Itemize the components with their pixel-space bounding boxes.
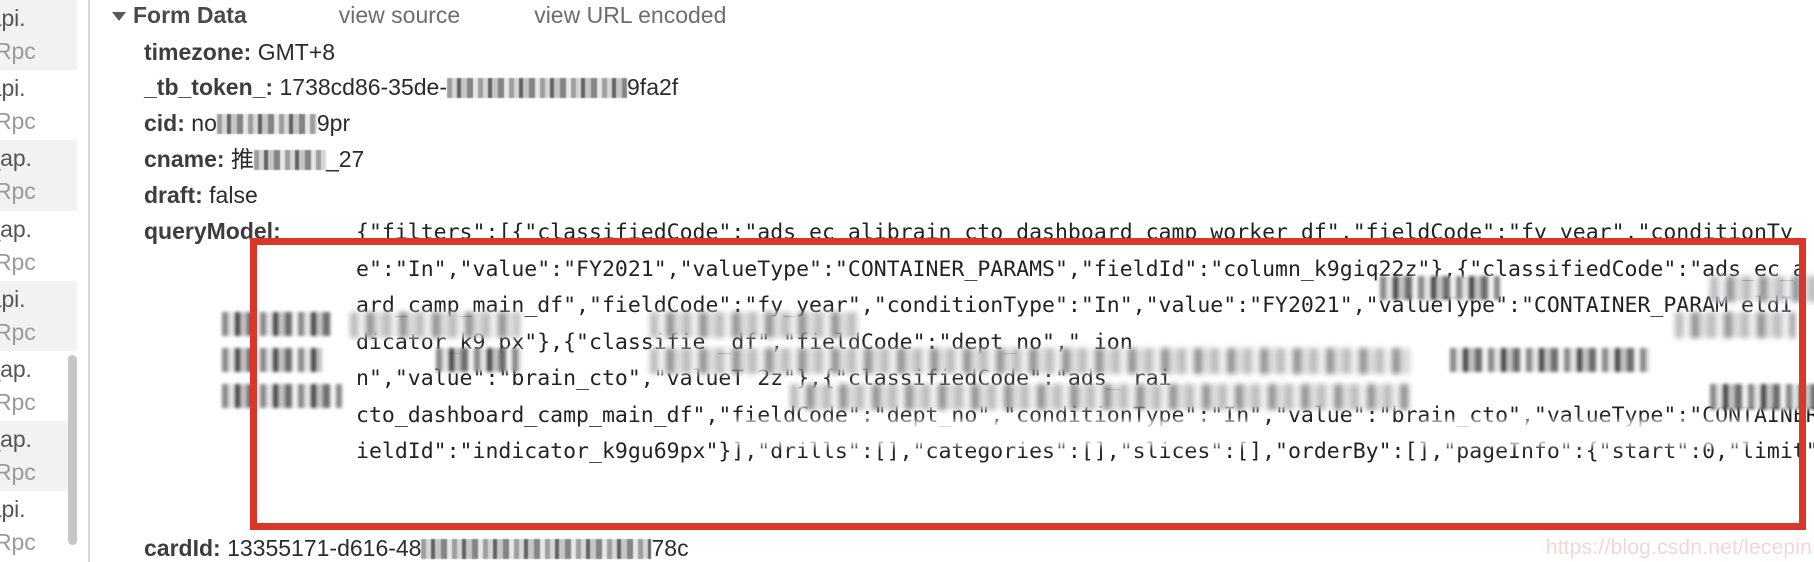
request-name: on?_api. xyxy=(0,285,26,312)
list-item[interactable]: son?_ap. ourceRpc xyxy=(0,350,77,422)
request-name: son?_ap. xyxy=(0,426,32,453)
form-data-header: Form Data view source view URL encoded xyxy=(112,0,726,30)
redaction-block xyxy=(253,150,326,170)
request-subtitle: ourceRpc xyxy=(0,178,36,205)
view-url-encoded-link[interactable]: view URL encoded xyxy=(534,2,726,29)
field-key: queryModel: xyxy=(144,218,281,244)
field-value: 推 xyxy=(230,146,254,172)
field-cardid[interactable]: cardId: 13355171-d616-48 78c xyxy=(144,533,689,562)
list-scrollbar-thumb[interactable] xyxy=(68,355,77,545)
request-name: son?_ap. xyxy=(0,356,32,383)
field-key: cid: xyxy=(144,110,185,136)
field-key: draft: xyxy=(144,182,203,208)
pane-gap xyxy=(77,0,88,562)
redaction-block xyxy=(222,420,282,444)
devtools-network-request-detail: on?_api. ourceRpc on?_api. ourceRpc son?… xyxy=(0,0,1814,562)
redaction-block xyxy=(421,539,652,559)
field-value: GMT+8 xyxy=(257,39,336,65)
request-subtitle: ourceRpc xyxy=(0,459,36,486)
list-item[interactable]: on?_api. ourceRpc xyxy=(0,70,77,141)
redaction-block xyxy=(222,312,332,336)
field-cid[interactable]: cid: no 9pr xyxy=(144,108,350,138)
request-list[interactable]: on?_api. ourceRpc on?_api. ourceRpc son?… xyxy=(0,0,77,562)
json-line: e":"In","value":"FY2021","valueType":"CO… xyxy=(356,256,1814,282)
list-item[interactable]: son?_ap. ourceRpc xyxy=(0,210,77,281)
field-tb-token[interactable]: _tb_token_: 1738cd86-35de- 9fa2f xyxy=(144,72,678,102)
field-key: _tb_token_: xyxy=(144,74,274,100)
request-subtitle: ourceRpc xyxy=(0,38,36,65)
field-key: cardId: xyxy=(144,535,221,561)
redaction-block xyxy=(216,114,317,134)
field-timezone[interactable]: timezone: GMT+8 xyxy=(144,37,335,67)
request-subtitle: ourceRpc xyxy=(0,389,36,416)
detail-pane: Form Data view source view URL encoded t… xyxy=(90,0,1814,562)
field-value-tail: 9pr xyxy=(316,110,351,136)
request-name: son?_ap. xyxy=(0,215,32,242)
view-source-link[interactable]: view source xyxy=(339,2,460,29)
request-name: on?_api. xyxy=(0,5,26,32)
json-line: n","value":"brain_cto","valueT 2z"},{"cl… xyxy=(356,366,1172,391)
request-subtitle: ourceRpc xyxy=(0,318,36,345)
csdn-watermark: https://blog.csdn.net/lecepin xyxy=(1545,536,1812,559)
list-item[interactable]: on?_api. ourceRpc xyxy=(0,491,77,562)
json-line: dicator_k9 px"},{"classifie _df","fieldC… xyxy=(356,329,1133,355)
field-value-tail: 78c xyxy=(651,535,689,561)
request-subtitle: ourceRpc xyxy=(0,108,36,135)
json-line: ieldId":"indicator_k9gu69px"}],"drills":… xyxy=(356,439,1814,464)
request-name: son?_ap. xyxy=(0,145,32,172)
redaction-block xyxy=(222,384,342,408)
request-name: on?_api. xyxy=(0,75,26,102)
field-value: no xyxy=(191,110,217,136)
json-line: ard_camp_main_df","fieldCode":"fy_year",… xyxy=(356,293,1793,318)
request-subtitle: ourceRpc xyxy=(0,248,36,275)
field-key: cname: xyxy=(144,146,225,172)
field-cname[interactable]: cname: 推 _27 xyxy=(144,144,364,174)
section-title: Form Data xyxy=(133,1,247,28)
field-value: false xyxy=(209,182,258,208)
querymodel-json-value[interactable]: {"filters":[{"classifiedCode":"ads_ec_al… xyxy=(356,215,1814,471)
json-line: {"filters":[{"classifiedCode":"ads_ec_al… xyxy=(356,220,1793,245)
redaction-block xyxy=(222,348,322,372)
chevron-down-icon[interactable] xyxy=(112,11,126,21)
json-line: cto_dashboard_camp_main_df","fieldCode":… xyxy=(356,402,1814,428)
request-subtitle: ourceRpc xyxy=(0,529,36,556)
list-item[interactable]: on?_api. ourceRpc xyxy=(0,280,77,351)
field-querymodel[interactable]: queryModel: xyxy=(144,216,281,246)
list-item[interactable]: son?_ap. ourceRpc xyxy=(0,140,77,211)
redaction-block xyxy=(447,78,628,98)
field-key: timezone: xyxy=(144,39,252,65)
list-item[interactable]: on?_api. ourceRpc xyxy=(0,0,77,71)
list-item[interactable]: son?_ap. ourceRpc xyxy=(0,421,77,492)
field-value-tail: _27 xyxy=(325,146,365,172)
field-value-tail: 9fa2f xyxy=(627,74,679,100)
field-value: 13355171-d616-48 xyxy=(227,535,422,561)
request-name: on?_api. xyxy=(0,496,26,523)
field-draft[interactable]: draft: false xyxy=(144,180,258,210)
field-value: 1738cd86-35de- xyxy=(279,74,448,100)
